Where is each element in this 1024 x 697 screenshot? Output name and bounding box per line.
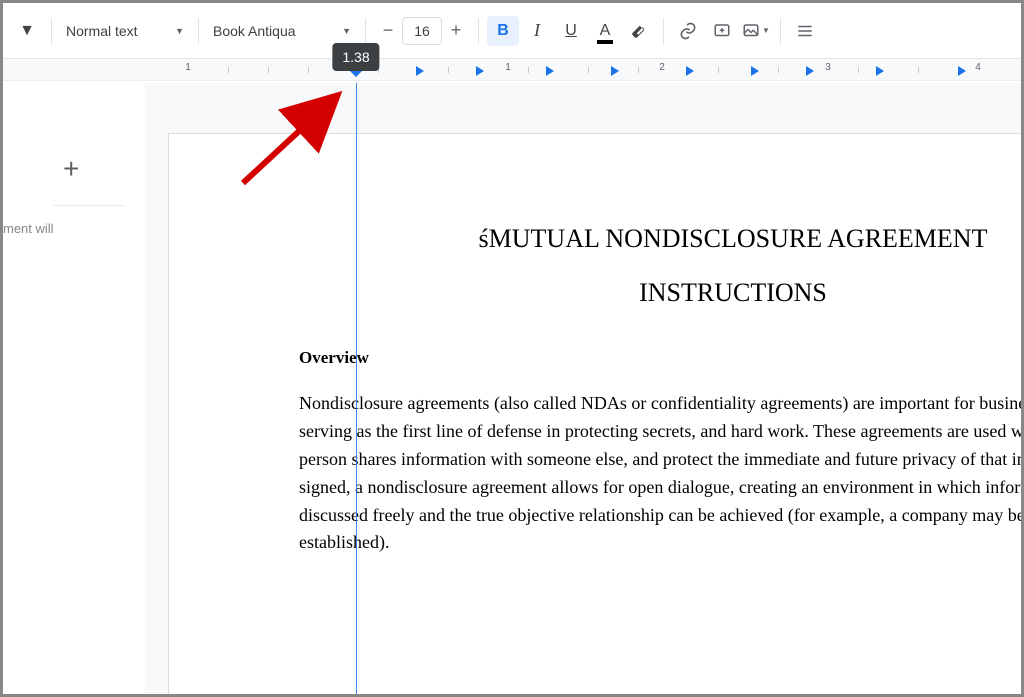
tab-stop-icon[interactable] [476,66,484,76]
tab-stop-icon[interactable] [806,66,814,76]
ruler-number: 1 [185,62,191,73]
paragraph-style-dropdown[interactable]: Normal text ▼ [60,16,190,46]
highlighter-icon [630,22,648,40]
toolbar: ▼ Normal text ▼ Book Antiqua ▼ − + B I U… [3,3,1021,59]
add-outline-button[interactable]: + [3,83,145,195]
bold-button[interactable]: B [487,16,519,46]
font-family-label: Book Antiqua [213,23,296,39]
separator [51,18,52,44]
chevron-down-icon: ▼ [762,26,770,35]
link-icon [678,21,698,41]
ruler-track[interactable]: 1 1 2 3 4 [168,59,1021,80]
separator [478,18,479,44]
doc-title[interactable]: śMUTUAL NONDISCLOSURE AGREEMENT [299,224,1021,254]
image-icon [742,22,760,40]
decrease-font-size-button[interactable]: − [374,17,402,45]
ruler-number: 1 [505,62,511,73]
document-outline-panel: + ment will [3,83,145,694]
text-color-button[interactable]: A [589,16,621,46]
tab-stop-icon[interactable] [751,66,759,76]
outline-empty-text: ment will [3,220,145,238]
font-size-group: − + [374,17,470,45]
tab-stop-icon[interactable] [611,66,619,76]
insert-link-button[interactable] [672,16,704,46]
insert-image-button[interactable]: ▼ [740,16,772,46]
font-family-dropdown[interactable]: Book Antiqua ▼ [207,16,357,46]
doc-heading-overview[interactable]: Overview [299,348,1021,368]
italic-button[interactable]: I [521,16,553,46]
increase-font-size-button[interactable]: + [442,17,470,45]
outline-divider [53,205,125,206]
document-page[interactable]: śMUTUAL NONDISCLOSURE AGREEMENT INSTRUCT… [168,133,1021,694]
chevron-down-icon: ▼ [342,26,351,36]
tab-stop-icon[interactable] [546,66,554,76]
comment-plus-icon [713,22,731,40]
tab-stop-icon[interactable] [958,66,966,76]
paragraph-style-label: Normal text [66,23,138,39]
font-size-input[interactable] [402,17,442,45]
separator [198,18,199,44]
chevron-down-icon: ▼ [175,26,184,36]
add-comment-button[interactable] [706,16,738,46]
separator [365,18,366,44]
align-menu-button[interactable] [789,16,821,46]
tab-stop-icon[interactable] [876,66,884,76]
doc-subtitle[interactable]: INSTRUCTIONS [299,278,1021,308]
editor-area: + ment will śMUTUAL NONDISCLOSURE AGREEM… [3,83,1021,694]
doc-paragraph[interactable]: Nondisclosure agreements (also called ND… [299,390,1021,557]
underline-button[interactable]: U [555,16,587,46]
toolbar-more-left[interactable]: ▼ [11,16,43,46]
separator [663,18,664,44]
ruler-number: 3 [825,62,831,73]
ruler-number: 2 [659,62,665,73]
ruler-number: 4 [975,62,981,73]
highlight-color-button[interactable] [623,16,655,46]
ruler[interactable]: 1 1 2 3 4 [3,59,1021,81]
tab-stop-icon[interactable] [686,66,694,76]
tab-stop-icon[interactable] [416,66,424,76]
separator [780,18,781,44]
left-margin-guide [356,83,357,694]
align-lines-icon [796,22,814,40]
indent-tooltip: 1.38 [332,43,379,71]
